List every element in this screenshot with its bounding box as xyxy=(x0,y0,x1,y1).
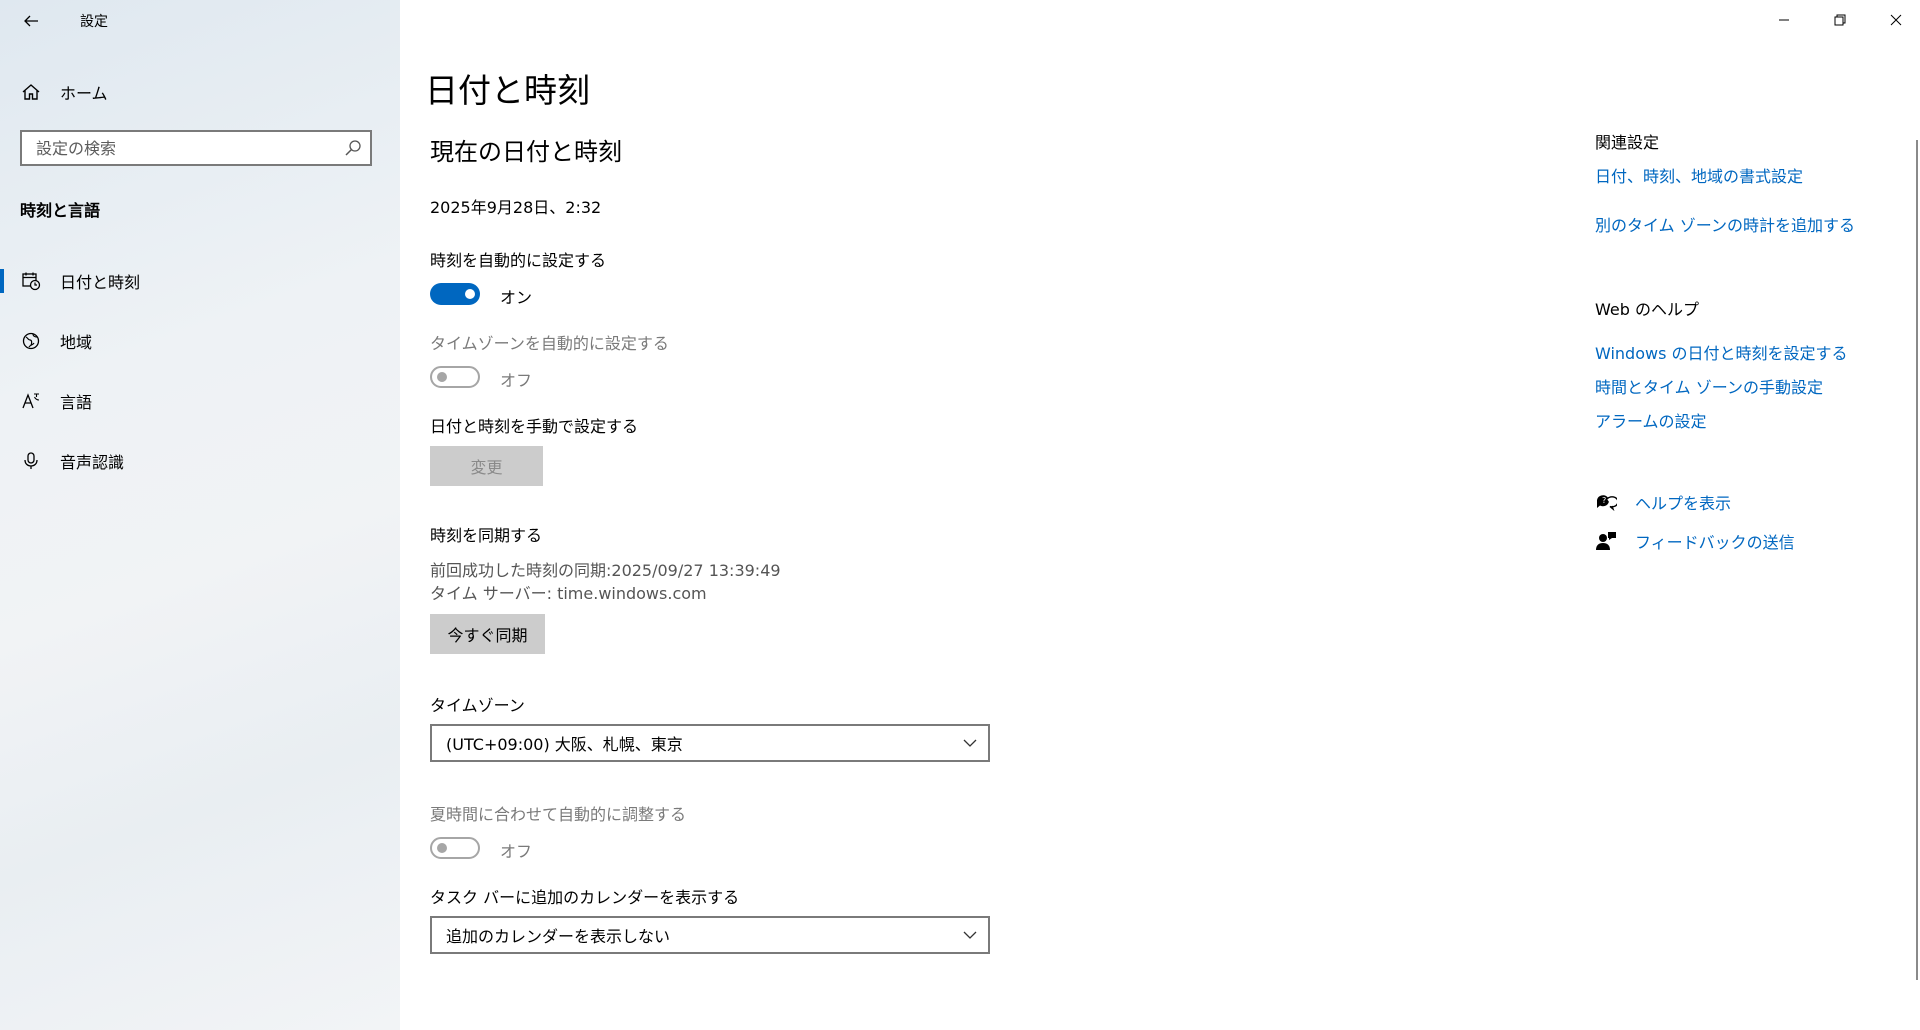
dst-state: オフ xyxy=(500,842,533,861)
change-button[interactable]: 変更 xyxy=(430,446,543,486)
close-icon xyxy=(1890,14,1902,26)
microphone-icon xyxy=(20,450,42,472)
get-help-label: ヘルプを表示 xyxy=(1635,494,1732,513)
language-icon xyxy=(20,390,42,412)
sidebar-item-region[interactable]: 地域 xyxy=(0,317,400,365)
sidebar: 設定 ホーム 時刻と言語 日付と時刻 地域 言語 音声認識 xyxy=(0,0,400,1030)
current-datetime-value: 2025年9月28日、2:32 xyxy=(430,198,602,217)
sync-label: 時刻を同期する xyxy=(430,526,543,545)
dst-toggle[interactable] xyxy=(430,837,480,859)
current-datetime-heading: 現在の日付と時刻 xyxy=(430,138,622,166)
calendar-label: タスク バーに追加のカレンダーを表示する xyxy=(430,888,740,907)
auto-timezone-label: タイムゾーンを自動的に設定する xyxy=(430,334,669,353)
link-date-time-region-format[interactable]: 日付、時刻、地域の書式設定 xyxy=(1595,163,1803,187)
window-title: 設定 xyxy=(80,14,108,30)
dst-label: 夏時間に合わせて自動的に調整する xyxy=(430,805,687,824)
auto-timezone-toggle[interactable] xyxy=(430,366,480,388)
sidebar-item-language[interactable]: 言語 xyxy=(0,377,400,425)
sidebar-item-label: 音声認識 xyxy=(60,453,125,472)
sidebar-item-label: ホーム xyxy=(60,84,108,103)
get-help-link[interactable]: ? ヘルプを表示 xyxy=(1595,490,1731,514)
toggle-knob xyxy=(465,289,475,299)
toggle-knob xyxy=(437,843,447,853)
related-settings-heading: 関連設定 xyxy=(1595,133,1660,152)
sync-now-button[interactable]: 今すぐ同期 xyxy=(430,614,545,654)
globe-icon xyxy=(20,330,42,352)
minimize-button[interactable] xyxy=(1756,0,1812,40)
time-server-text: タイム サーバー: time.windows.com xyxy=(430,584,707,603)
auto-timezone-state: オフ xyxy=(500,371,533,390)
home-icon xyxy=(20,81,42,103)
toggle-knob xyxy=(437,372,447,382)
send-feedback-label: フィードバックの送信 xyxy=(1635,533,1795,552)
last-sync-text: 前回成功した時刻の同期:2025/09/27 13:39:49 xyxy=(430,561,781,580)
link-manual-timezone[interactable]: 時間とタイム ゾーンの手動設定 xyxy=(1595,374,1823,398)
timezone-label: タイムゾーン xyxy=(430,696,525,715)
sidebar-item-label: 地域 xyxy=(60,333,93,352)
search-icon[interactable] xyxy=(344,139,362,157)
calendar-dropdown[interactable]: 追加のカレンダーを表示しない xyxy=(430,916,990,954)
web-help-heading: Web のヘルプ xyxy=(1595,300,1699,319)
link-set-windows-date-time[interactable]: Windows の日付と時刻を設定する xyxy=(1595,340,1848,364)
sidebar-item-label: 言語 xyxy=(60,393,93,412)
back-button[interactable] xyxy=(16,6,46,36)
timezone-dropdown[interactable]: (UTC+09:00) 大阪、札幌、東京 xyxy=(430,724,990,762)
close-button[interactable] xyxy=(1868,0,1920,40)
section-heading: 時刻と言語 xyxy=(20,201,101,220)
restore-button[interactable] xyxy=(1812,0,1868,40)
restore-icon xyxy=(1834,14,1846,26)
timezone-value: (UTC+09:00) 大阪、札幌、東京 xyxy=(446,735,683,754)
minimize-icon xyxy=(1779,19,1789,21)
sidebar-item-home[interactable]: ホーム xyxy=(0,68,400,116)
search-input[interactable] xyxy=(22,132,336,164)
feedback-icon xyxy=(1596,532,1616,550)
chevron-down-icon xyxy=(963,739,977,747)
svg-text:?: ? xyxy=(1602,496,1606,505)
link-alarm-settings[interactable]: アラームの設定 xyxy=(1595,408,1707,432)
back-arrow-icon xyxy=(24,15,38,27)
auto-time-toggle[interactable] xyxy=(430,283,480,305)
page-title: 日付と時刻 xyxy=(425,71,590,110)
main-content: 日付と時刻 現在の日付と時刻 2025年9月28日、2:32 時刻を自動的に設定… xyxy=(400,0,1920,1030)
manual-set-label: 日付と時刻を手動で設定する xyxy=(430,417,639,436)
sidebar-item-speech[interactable]: 音声認識 xyxy=(0,437,400,485)
auto-time-label: 時刻を自動的に設定する xyxy=(430,251,607,270)
sidebar-item-label: 日付と時刻 xyxy=(60,273,141,292)
scrollbar[interactable] xyxy=(1916,140,1918,980)
calendar-clock-icon xyxy=(20,270,42,292)
auto-time-state: オン xyxy=(500,288,533,307)
send-feedback-link[interactable]: フィードバックの送信 xyxy=(1595,529,1795,553)
help-chat-icon: ? xyxy=(1596,495,1617,512)
calendar-value: 追加のカレンダーを表示しない xyxy=(446,927,671,946)
link-add-clock[interactable]: 別のタイム ゾーンの時計を追加する xyxy=(1595,212,1855,236)
chevron-down-icon xyxy=(963,931,977,939)
sidebar-item-date-time[interactable]: 日付と時刻 xyxy=(0,257,400,305)
search-box[interactable] xyxy=(20,130,372,166)
